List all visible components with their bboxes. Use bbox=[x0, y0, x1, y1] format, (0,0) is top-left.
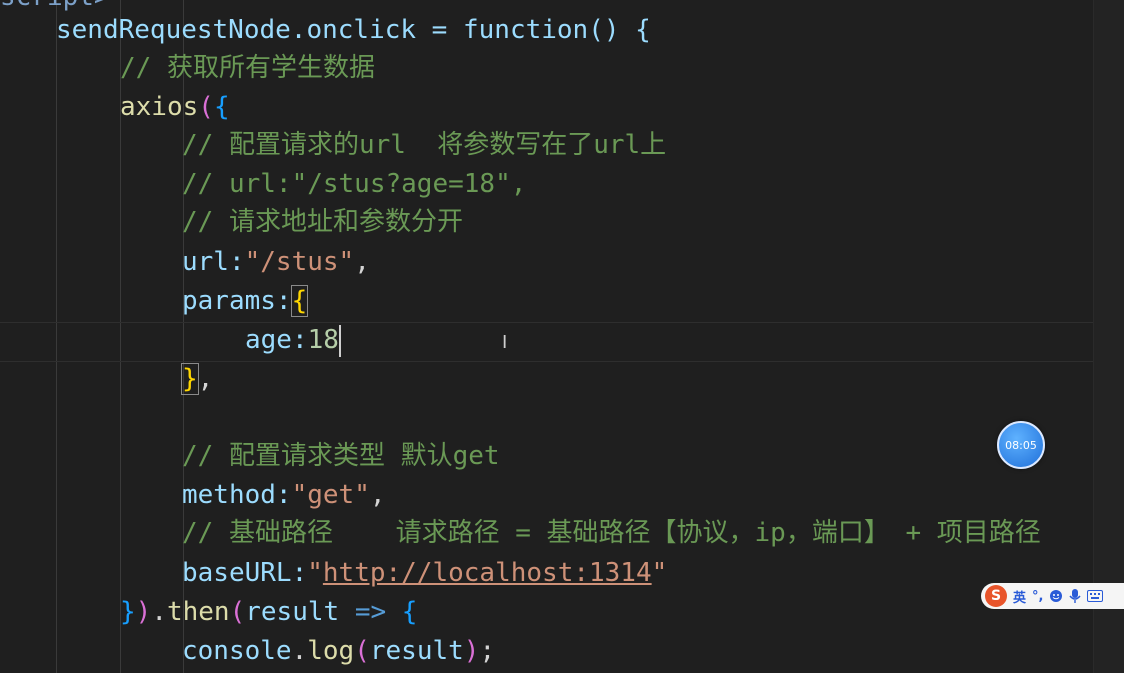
sogou-logo-icon[interactable]: S bbox=[985, 585, 1007, 607]
comment: // 获取所有学生数据 bbox=[120, 53, 375, 83]
arrow-operator: => bbox=[354, 597, 387, 627]
string-value: "get" bbox=[291, 480, 370, 510]
ime-punctuation-toggle[interactable]: °, bbox=[1032, 589, 1043, 604]
code-line: age:18 bbox=[245, 321, 1124, 360]
code-line: sendRequestNode.onclick = function() { bbox=[56, 11, 1124, 50]
code-line: url:"/stus", bbox=[182, 247, 370, 277]
property-key: params: bbox=[182, 286, 292, 316]
function-name: axios bbox=[120, 92, 199, 122]
code-line: console.log(result); bbox=[182, 636, 496, 666]
ime-toolbar[interactable]: S 英 °, bbox=[981, 583, 1124, 609]
comment: // 配置请求类型 默认get bbox=[182, 441, 500, 471]
property-key: age: bbox=[245, 325, 308, 355]
ibeam-cursor-icon: I bbox=[502, 332, 508, 353]
object-name: console bbox=[182, 636, 292, 666]
comment: // 请求地址和参数分开 bbox=[182, 207, 463, 237]
code-text: sendRequestNode.onclick = function() { bbox=[56, 15, 651, 45]
url-link[interactable]: http://localhost:1314 bbox=[323, 558, 652, 588]
text-cursor bbox=[339, 325, 341, 357]
comment: // 基础路径 请求路径 = 基础路径【协议，ip，端口】 + 项目路径 bbox=[182, 518, 1041, 548]
emoji-icon[interactable] bbox=[1049, 589, 1063, 603]
param-name: result bbox=[369, 636, 464, 666]
property-key: url: bbox=[182, 247, 245, 277]
param-name: result bbox=[245, 597, 340, 627]
string-value: "/stus" bbox=[244, 247, 355, 277]
logo-letter: S bbox=[990, 588, 1002, 604]
code-line: // 配置请求的url 将参数写在了url上 bbox=[182, 126, 1124, 165]
code-line: // url:"/stus?age=18", bbox=[182, 165, 1124, 204]
code-line: }).then(result => { bbox=[120, 597, 418, 627]
vertical-scrollbar[interactable] bbox=[1093, 0, 1124, 673]
ime-language-toggle[interactable]: 英 bbox=[1013, 587, 1026, 606]
method-name: then bbox=[166, 597, 230, 627]
code-line: // 获取所有学生数据 bbox=[120, 49, 1124, 88]
property-key: baseURL: bbox=[182, 558, 308, 588]
code-line: method:"get", bbox=[182, 480, 386, 510]
method-name: log bbox=[307, 636, 355, 666]
comment: // 配置请求的url 将参数写在了url上 bbox=[182, 130, 667, 160]
property-key: method: bbox=[182, 480, 292, 510]
code-line: // 基础路径 请求路径 = 基础路径【协议，ip，端口】 + 项目路径 bbox=[182, 514, 1124, 553]
microphone-icon[interactable] bbox=[1069, 588, 1082, 604]
timer-text: 08:05 bbox=[1005, 438, 1037, 452]
code-line: // 请求地址和参数分开 bbox=[182, 203, 1124, 242]
comment: // url:"/stus?age=18", bbox=[182, 169, 527, 199]
code-editor[interactable]: script> sendRequestNode.onclick = functi… bbox=[0, 0, 1124, 673]
code-line: params:{ bbox=[182, 285, 309, 317]
number-value: 18 bbox=[307, 325, 339, 355]
code-line: // 配置请求类型 默认get bbox=[182, 437, 1124, 476]
code-line: }, bbox=[181, 363, 214, 395]
quote: " bbox=[651, 558, 668, 588]
quote: " bbox=[307, 558, 323, 588]
keyboard-icon[interactable] bbox=[1087, 590, 1104, 602]
recording-timer[interactable]: 08:05 bbox=[997, 421, 1045, 469]
code-line: axios({ bbox=[120, 92, 230, 122]
